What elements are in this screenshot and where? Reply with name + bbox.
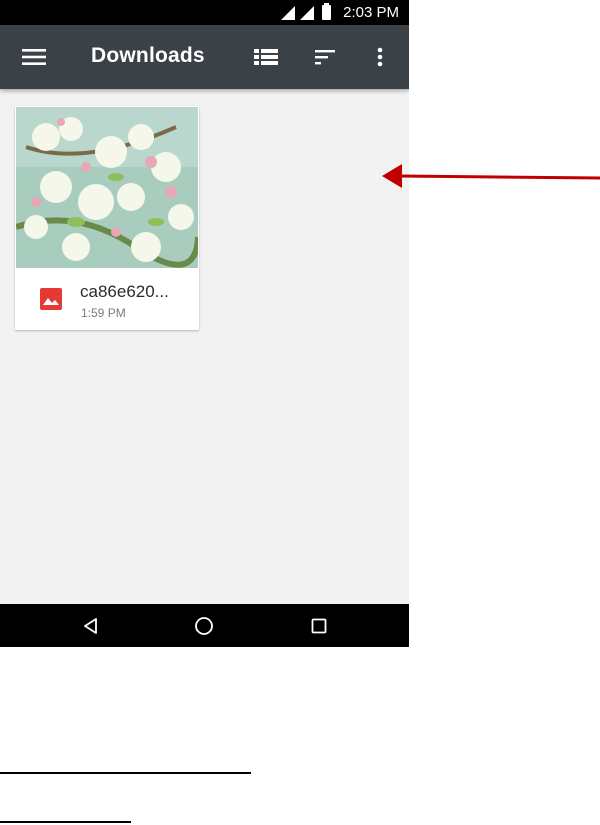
battery-icon (322, 3, 332, 20)
file-time: 1:59 PM (81, 306, 126, 320)
app-bar: Downloads (0, 25, 409, 89)
back-icon[interactable] (78, 613, 104, 639)
annotation-arrow (382, 164, 600, 188)
list-view-icon[interactable] (249, 43, 283, 71)
file-grid: ca86e620... 1:59 PM (0, 89, 409, 604)
page-title: Downloads (91, 44, 205, 67)
status-time: 2:03 PM (343, 4, 399, 21)
home-icon[interactable] (191, 613, 217, 639)
signal-icon (281, 5, 296, 20)
file-card[interactable]: ca86e620... 1:59 PM (15, 106, 199, 330)
divider-line (0, 772, 251, 774)
navigation-bar (0, 604, 409, 647)
recents-icon[interactable] (306, 613, 332, 639)
more-options-icon[interactable] (366, 43, 394, 71)
menu-icon[interactable] (14, 43, 54, 71)
sort-icon[interactable] (309, 43, 343, 71)
image-icon (40, 288, 62, 310)
status-bar: 2:03 PM (0, 0, 409, 25)
divider-line (0, 821, 131, 823)
phone-screen: 2:03 PM Downloads ca86e620... 1:59 PM (0, 0, 409, 647)
file-name: ca86e620... (80, 282, 169, 301)
signal-icon (300, 5, 315, 20)
image-thumbnail (16, 107, 198, 268)
